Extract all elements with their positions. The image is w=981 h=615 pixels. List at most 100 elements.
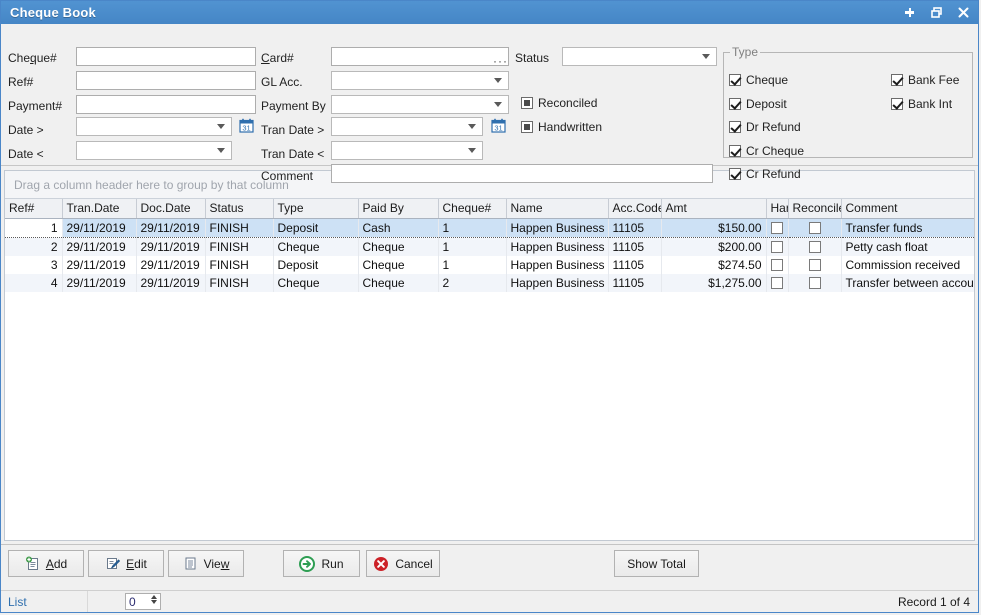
column-header-doc_date[interactable]: Doc.Date — [136, 199, 206, 219]
cell-cheque_no[interactable]: 1 — [438, 218, 507, 238]
column-header-type[interactable]: Type — [273, 199, 359, 219]
card-lookup-ellipsis-icon[interactable]: ··· — [493, 55, 508, 67]
cell-type[interactable]: Cheque — [273, 274, 359, 292]
cell-acc_code[interactable]: 11105 — [608, 237, 662, 256]
row-checkbox-reconciled[interactable] — [808, 241, 821, 253]
tran-date-gt-combo[interactable] — [331, 117, 483, 136]
cancel-button[interactable]: Cancel — [366, 550, 440, 577]
type-checkbox-bank-fee[interactable]: Bank Fee — [891, 73, 959, 87]
date-lt-combo[interactable] — [76, 141, 232, 160]
cell-tran_date[interactable]: 29/11/2019 — [62, 274, 137, 292]
cell-status[interactable]: FINISH — [205, 218, 274, 238]
column-header-name[interactable]: Name — [506, 199, 609, 219]
cell-tran_date[interactable]: 29/11/2019 — [62, 256, 137, 274]
cell-type[interactable]: Deposit — [273, 218, 359, 238]
stepper-down-icon[interactable] — [151, 600, 157, 604]
cell-name[interactable]: Happen Business — [506, 256, 609, 274]
column-header-acc_code[interactable]: Acc.Code — [608, 199, 662, 219]
cell-type[interactable]: Deposit — [273, 256, 359, 274]
column-header-tran_date[interactable]: Tran.Date — [62, 199, 137, 219]
handwritten-checkbox[interactable]: Handwritten — [521, 120, 602, 134]
cell-tran_date[interactable]: 29/11/2019 — [62, 237, 137, 256]
cell-amt[interactable]: $1,275.00 — [661, 274, 767, 292]
tran-date-lt-combo[interactable] — [331, 141, 483, 160]
stepper-up-icon[interactable] — [151, 595, 157, 599]
cell-reconciled[interactable] — [788, 237, 842, 256]
row-checkbox-reconciled[interactable] — [808, 222, 821, 234]
show-total-button[interactable]: Show Total — [614, 550, 699, 577]
cell-acc_code[interactable]: 11105 — [608, 256, 662, 274]
cell-type[interactable]: Cheque — [273, 237, 359, 256]
row-checkbox-handwritten[interactable] — [771, 259, 783, 271]
row-checkbox-handwritten[interactable] — [771, 277, 783, 289]
cell-acc_code[interactable]: 11105 — [608, 218, 662, 238]
type-checkbox-cheque[interactable]: Cheque — [729, 73, 788, 87]
view-button[interactable]: View — [168, 550, 244, 577]
cell-status[interactable]: FINISH — [205, 274, 274, 292]
cell-ref[interactable]: 1 — [5, 218, 63, 238]
cell-name[interactable]: Happen Business — [506, 237, 609, 256]
restore-icon[interactable] — [929, 6, 943, 20]
gl-acc-combo[interactable] — [331, 71, 509, 90]
row-checkbox-reconciled[interactable] — [808, 259, 821, 271]
date-gt-calendar-icon[interactable]: 31 — [239, 118, 254, 133]
cell-handwritten[interactable] — [766, 274, 789, 292]
cell-paid_by[interactable]: Cash — [358, 218, 439, 238]
cell-ref[interactable]: 3 — [5, 256, 63, 274]
cell-amt[interactable]: $150.00 — [661, 218, 767, 238]
type-checkbox-deposit[interactable]: Deposit — [729, 97, 787, 111]
cell-name[interactable]: Happen Business — [506, 274, 609, 292]
stepper-arrows[interactable] — [151, 595, 157, 604]
payment-no-input[interactable] — [76, 95, 256, 114]
edit-button[interactable]: Edit — [88, 550, 164, 577]
cell-comment[interactable]: Transfer between accounts — [841, 274, 974, 292]
cell-cheque_no[interactable]: 2 — [438, 274, 507, 292]
cell-tran_date[interactable]: 29/11/2019 — [62, 218, 137, 238]
cell-status[interactable]: FINISH — [205, 237, 274, 256]
reconciled-checkbox[interactable]: Reconciled — [521, 96, 597, 110]
cell-acc_code[interactable]: 11105 — [608, 274, 662, 292]
pin-icon[interactable] — [902, 6, 916, 20]
list-stepper[interactable]: 0 — [125, 593, 161, 610]
column-header-comment[interactable]: Comment — [841, 199, 974, 219]
cell-paid_by[interactable]: Cheque — [358, 274, 439, 292]
column-header-cheque_no[interactable]: Cheque# — [438, 199, 507, 219]
cell-comment[interactable]: Commission received — [841, 256, 974, 274]
add-button[interactable]: Add — [8, 550, 84, 577]
cell-handwritten[interactable] — [766, 256, 789, 274]
row-checkbox-handwritten[interactable] — [771, 222, 783, 234]
row-checkbox-handwritten[interactable] — [771, 241, 783, 253]
cell-ref[interactable]: 2 — [5, 237, 63, 256]
row-checkbox-reconciled[interactable] — [808, 277, 821, 289]
type-checkbox-bank-int[interactable]: Bank Int — [891, 97, 952, 111]
table-row[interactable]: 3 29/11/2019 29/11/2019 FINISH Deposit Cheque… — [5, 256, 974, 274]
cell-status[interactable]: FINISH — [205, 256, 274, 274]
column-header-status[interactable]: Status — [205, 199, 274, 219]
cell-cheque_no[interactable]: 1 — [438, 256, 507, 274]
column-header-paid_by[interactable]: Paid By — [358, 199, 439, 219]
cell-doc_date[interactable]: 29/11/2019 — [136, 237, 206, 256]
type-checkbox-dr-refund[interactable]: Dr Refund — [729, 120, 801, 134]
cell-comment[interactable]: Transfer funds — [841, 218, 974, 238]
status-combo[interactable] — [562, 47, 717, 66]
payment-by-combo[interactable] — [331, 95, 509, 114]
cell-doc_date[interactable]: 29/11/2019 — [136, 256, 206, 274]
cell-doc_date[interactable]: 29/11/2019 — [136, 274, 206, 292]
column-header-amt[interactable]: Amt — [661, 199, 767, 219]
cell-reconciled[interactable] — [788, 218, 842, 238]
ref-no-input[interactable] — [76, 71, 256, 90]
cell-paid_by[interactable]: Cheque — [358, 256, 439, 274]
date-gt-combo[interactable] — [76, 117, 232, 136]
card-no-input[interactable] — [331, 47, 509, 66]
cell-amt[interactable]: $200.00 — [661, 237, 767, 256]
cell-reconciled[interactable] — [788, 274, 842, 292]
table-row[interactable]: 2 29/11/2019 29/11/2019 FINISH Cheque Cheque 1… — [5, 237, 974, 256]
cell-reconciled[interactable] — [788, 256, 842, 274]
column-header-handwritten[interactable]: Har — [766, 199, 789, 219]
tran-date-gt-calendar-icon[interactable]: 31 — [491, 118, 506, 133]
table-row[interactable]: 4 29/11/2019 29/11/2019 FINISH Cheque Cheque 2… — [5, 274, 974, 292]
cheque-no-input[interactable] — [76, 47, 256, 66]
type-checkbox-cr-cheque[interactable]: Cr Cheque — [729, 144, 804, 158]
close-icon[interactable] — [956, 6, 970, 20]
cell-amt[interactable]: $274.50 — [661, 256, 767, 274]
